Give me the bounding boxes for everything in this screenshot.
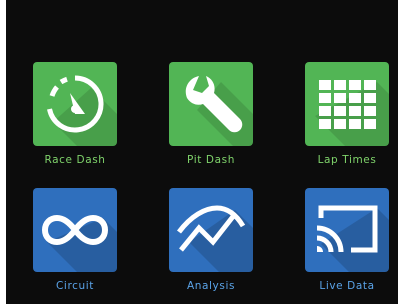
app-launcher-screen: Race Dash Pit Dash Lap Times Circuit Ana… [6, 0, 398, 304]
live-data-tile[interactable] [305, 188, 389, 272]
pit-dash-tile[interactable] [169, 62, 253, 146]
circuit-tile[interactable] [33, 188, 117, 272]
trend-chart-icon [177, 205, 246, 252]
lap-times-label: Lap Times [317, 154, 377, 166]
grid-table-icon [319, 80, 376, 129]
race-dash-tile[interactable] [33, 62, 117, 146]
race-dash-label: Race Dash [44, 154, 106, 166]
live-data-label: Live Data [319, 280, 375, 292]
lap-times-tile[interactable] [305, 62, 389, 146]
pit-dash-label: Pit Dash [187, 154, 235, 166]
race-dash-stopwatch-icon [47, 75, 104, 133]
infinity-loop-icon [42, 215, 108, 245]
cast-screen-icon [316, 205, 378, 253]
circuit-label: Circuit [56, 280, 94, 292]
wrench-icon [185, 76, 243, 133]
analysis-tile[interactable] [169, 188, 253, 272]
analysis-label: Analysis [186, 280, 236, 292]
